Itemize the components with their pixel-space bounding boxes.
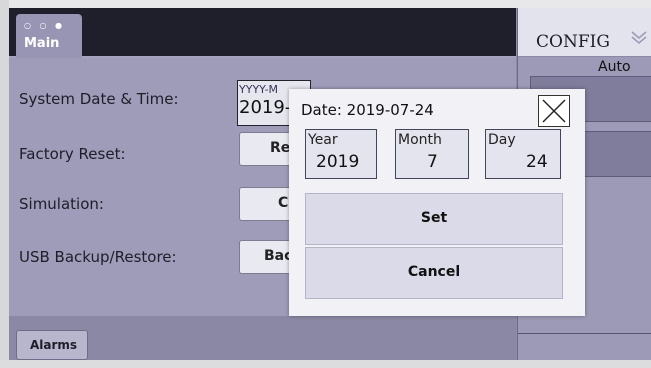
month-caption: Month <box>398 132 442 148</box>
date-time-value: 2019- <box>239 97 292 118</box>
alarms-button[interactable]: Alarms <box>16 330 88 360</box>
main-header-bar: ○ ○ ● Main <box>9 8 516 58</box>
close-icon <box>542 99 566 123</box>
device-bezel-bottom <box>0 360 651 368</box>
date-picker-dialog: Date: 2019-07-24 Year 2019 Month 7 Day 2… <box>289 89 585 316</box>
date-time-placeholder: YYYY-M <box>239 83 279 96</box>
month-field[interactable]: Month 7 <box>395 129 469 179</box>
cancel-button-label: Cancel <box>407 264 461 280</box>
device-bezel-top <box>0 0 651 8</box>
device-bezel-left <box>0 0 9 368</box>
day-value: 24 <box>526 152 548 172</box>
main-footer: Alarms <box>9 316 516 360</box>
usb-backup-restore-label: USB Backup/Restore: <box>19 248 177 266</box>
simulation-label: Simulation: <box>19 195 104 213</box>
simulation-button-label: C <box>278 195 289 211</box>
year-caption: Year <box>308 132 338 148</box>
cancel-button[interactable]: Cancel <box>305 247 563 299</box>
dialog-title: Date: 2019-07-24 <box>301 101 434 119</box>
close-button[interactable] <box>538 95 570 127</box>
config-header[interactable]: CONFIG <box>518 8 651 57</box>
factory-reset-label: Factory Reset: <box>19 145 126 163</box>
touch-screen: ○ ○ ● Main System Date & Time: Factory R… <box>9 8 651 360</box>
year-field[interactable]: Year 2019 <box>305 129 377 179</box>
config-title: CONFIG <box>536 32 610 52</box>
alarms-button-label: Alarms <box>30 338 78 352</box>
config-auto-label: Auto <box>598 59 631 75</box>
factory-reset-button-label: Re <box>270 140 291 156</box>
config-divider <box>518 333 651 334</box>
set-button-label: Set <box>420 210 448 226</box>
month-value: 7 <box>427 152 438 172</box>
year-value: 2019 <box>316 152 360 172</box>
day-caption: Day <box>488 132 516 148</box>
day-field[interactable]: Day 24 <box>485 129 561 179</box>
page-dots-icon: ○ ○ ● <box>24 21 66 30</box>
system-date-time-label: System Date & Time: <box>19 90 179 108</box>
tab-main[interactable]: ○ ○ ● Main <box>16 14 82 58</box>
tab-main-label: Main <box>24 36 60 51</box>
set-button[interactable]: Set <box>305 193 563 245</box>
chevron-down-icon <box>631 31 647 45</box>
